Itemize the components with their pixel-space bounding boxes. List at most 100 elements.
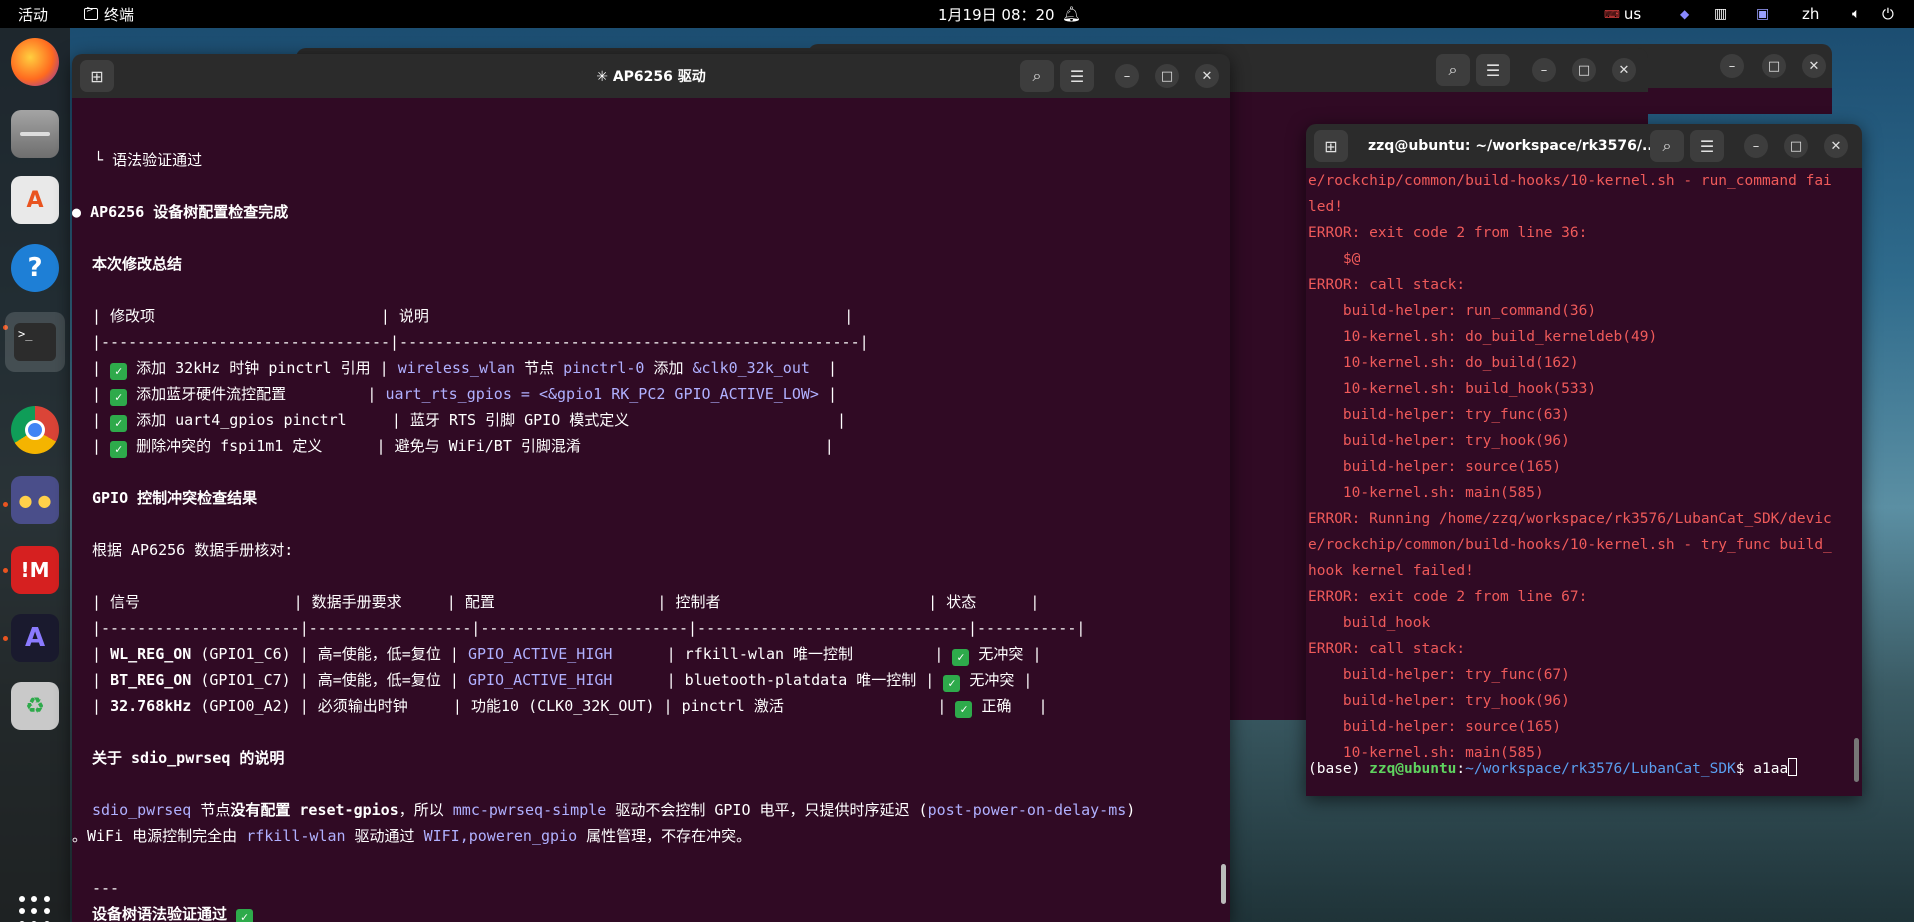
help-icon[interactable]: ? (11, 244, 59, 292)
error-line: 10-kernel.sh: main(585) (1308, 485, 1544, 501)
terminal-icon (84, 5, 98, 20)
window-header[interactable]: ⊞ ✳ AP6256 驱动 ⌕ ☰ – □ ✕ (72, 54, 1230, 98)
app-menu[interactable]: 终端 (84, 0, 134, 28)
table-row: | ✓ 添加 uart4_gpios pinctrl | 蓝牙 RTS 引脚 G… (92, 411, 847, 432)
paragraph-line: 。WiFi 电源控制完全由 rfkill-wlan 驱动通过 WIFI,powe… (72, 827, 752, 845)
output-line: 根据 AP6256 数据手册核对: (92, 541, 294, 559)
close-button[interactable]: ✕ (1802, 54, 1826, 78)
section-heading: ● AP6256 设备树配置检查完成 (72, 203, 289, 221)
trash-icon[interactable]: ♻ (11, 682, 59, 730)
running-indicator (3, 636, 8, 641)
table-header: | 信号 | 数据手册要求 | 配置 | 控制者 | 状态 | (92, 593, 1040, 611)
error-line: build-helper: try_hook(96) (1308, 693, 1570, 709)
error-line: build-helper: try_func(63) (1308, 407, 1570, 423)
error-line: e/rockchip/common/build-hooks/10-kernel.… (1308, 537, 1832, 553)
scrollbar[interactable] (1854, 738, 1859, 782)
close-button[interactable]: ✕ (1195, 64, 1219, 88)
window-title: ✳ AP6256 驱动 (596, 69, 706, 85)
search-button[interactable]: ⌕ (1436, 54, 1470, 86)
language-indicator[interactable]: zh (1802, 0, 1819, 28)
minimize-button[interactable]: – (1720, 54, 1744, 78)
running-indicator (3, 502, 8, 507)
search-button[interactable]: ⌕ (1020, 60, 1054, 92)
check-icon: ✓ (110, 389, 128, 406)
maximize-button[interactable]: □ (1572, 58, 1596, 82)
check-icon: ✓ (952, 649, 970, 666)
minimize-button[interactable]: – (1532, 58, 1556, 82)
firefox-icon[interactable] (11, 38, 59, 86)
check-icon: ✓ (236, 909, 254, 922)
output-line: └ 语法验证通过 (76, 151, 203, 169)
command-input[interactable]: a1aa (1753, 761, 1788, 777)
main-terminal-window[interactable]: ⊞ ✳ AP6256 驱动 ⌕ ☰ – □ ✕ └ 语法验证通过 ● AP625… (72, 54, 1230, 922)
minimize-button[interactable]: – (1115, 64, 1139, 88)
table-row: | WL_REG_ON (GPIO1_C6) | 高=使能，低=复位 | GPI… (92, 645, 1042, 666)
new-tab-button[interactable]: ⊞ (80, 60, 114, 92)
search-button[interactable]: ⌕ (1650, 130, 1684, 162)
section-heading: 关于 sdio_pwrseq 的说明 (92, 749, 285, 767)
activities-button[interactable]: 活动 (18, 0, 48, 28)
input-method-indicator[interactable]: ⌨ us (1604, 0, 1641, 28)
keyboard-icon: ⌨ (1604, 7, 1620, 21)
text-cursor (1788, 758, 1798, 776)
maximize-button[interactable]: □ (1784, 134, 1808, 158)
table-separator: |----------------------|----------------… (92, 619, 1086, 637)
heading-text: AP6256 设备树配置检查完成 (90, 203, 289, 221)
close-button[interactable]: ✕ (1824, 134, 1848, 158)
error-line: e/rockchip/common/build-hooks/10-kernel.… (1308, 173, 1832, 189)
volume-icon[interactable]: 🔈︎ (1852, 0, 1860, 28)
error-line: build-helper: source(165) (1308, 719, 1562, 735)
menu-button[interactable]: ☰ (1476, 54, 1510, 86)
app-center-icon[interactable]: A (11, 176, 59, 224)
check-icon: ✓ (110, 441, 128, 458)
menu-button[interactable]: ☰ (1690, 130, 1724, 162)
terminal-output[interactable]: └ 语法验证通过 ● AP6256 设备树配置检查完成 本次修改总结 | 修改项… (72, 98, 1230, 922)
maximize-button[interactable]: □ (1762, 54, 1786, 78)
activities-label: 活动 (18, 5, 49, 24)
check-icon: ✓ (955, 701, 973, 718)
close-button[interactable]: ✕ (1612, 58, 1636, 82)
power-icon[interactable]: ⏻ (1882, 0, 1894, 28)
terminal-icon[interactable]: >_ (5, 312, 65, 372)
error-line: build-helper: try_func(67) (1308, 667, 1570, 683)
scrollbar[interactable] (1221, 864, 1226, 904)
table-row: | 32.768kHz (GPIO0_A2) | 必须输出时钟 | 功能10 (… (92, 697, 1048, 718)
files-icon[interactable] (11, 110, 59, 158)
ai-app-icon[interactable]: A (11, 614, 59, 662)
dock: A ? >_ ● ● !M A ♻ (0, 28, 70, 922)
minimize-button[interactable]: – (1744, 134, 1768, 158)
menu-button[interactable]: ☰ (1060, 60, 1094, 92)
table-row: | ✓ 删除冲突的 fspi1m1 定义 | 避免与 WiFi/BT 引脚混淆 … (92, 437, 834, 458)
app-name-label: 终端 (104, 5, 135, 24)
clock[interactable]: 1月19日 08：20 (938, 0, 1055, 28)
error-line: build-helper: run_command(36) (1308, 303, 1597, 319)
terminal-output[interactable]: e/rockchip/common/build-hooks/10-kernel.… (1306, 168, 1862, 796)
section-heading: 本次修改总结 (92, 255, 183, 273)
table-row: | ✓ 添加蓝牙硬件流控配置 | uart_rts_gpios = <&gpio… (92, 385, 837, 406)
section-heading: 设备树语法验证通过 ✓ (92, 903, 254, 922)
table-separator: |--------------------------------|------… (92, 333, 869, 351)
right-terminal-window[interactable]: ⊞ zzq@ubuntu: ~/workspace/rk3576/... ⌕ ☰… (1306, 124, 1862, 796)
error-line: build_hook (1308, 615, 1431, 631)
maximize-button[interactable]: □ (1155, 64, 1179, 88)
error-line: 10-kernel.sh: build_hook(533) (1308, 381, 1597, 397)
cat-app-icon[interactable]: ● ● (11, 476, 59, 524)
new-tab-button[interactable]: ⊞ (1314, 130, 1348, 162)
tray-app-icon[interactable]: ◆ (1680, 0, 1689, 28)
error-line: ERROR: Running /home/zzq/workspace/rk357… (1308, 511, 1832, 527)
im-app-icon[interactable]: !M (11, 546, 59, 594)
network-stats-icon[interactable]: ▥ (1714, 0, 1727, 28)
top-bar: 活动 终端 1月19日 08：20 🔔︎ ⌨ us ◆ ▥ ▣ zh 🔈︎ ⏻ (0, 0, 1914, 28)
command-prompt[interactable]: (base) zzq@ubuntu:~/workspace/rk3576/Lub… (1308, 758, 1798, 780)
clock-label: 1月19日 08：20 (938, 5, 1055, 24)
window-header[interactable]: ⊞ zzq@ubuntu: ~/workspace/rk3576/... ⌕ ☰… (1306, 124, 1862, 168)
error-line: ERROR: exit code 2 from line 36: (1308, 225, 1588, 241)
show-apps-icon[interactable] (19, 896, 51, 922)
chrome-icon[interactable] (11, 406, 59, 454)
error-line: 10-kernel.sh: do_build(162) (1308, 355, 1579, 371)
bell-icon[interactable]: 🔔︎ (1062, 0, 1081, 28)
tray-chat-icon[interactable]: ▣ (1756, 0, 1769, 28)
table-row: | ✓ 添加 32kHz 时钟 pinctrl 引用 | wireless_wl… (92, 359, 837, 380)
table-header: | 修改项 | 说明 | (92, 307, 854, 325)
check-icon: ✓ (110, 415, 128, 432)
